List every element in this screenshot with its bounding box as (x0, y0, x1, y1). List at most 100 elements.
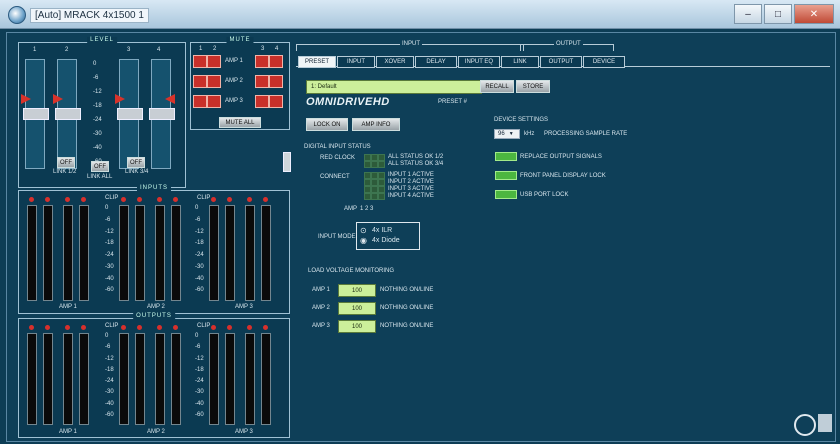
inputs-meter-panel: INPUTS CLIP CLIP AMP 1 AMP 2 AMP 3 0 -6 -1… (18, 185, 290, 314)
level-meter (119, 333, 129, 425)
fader-knob[interactable] (55, 108, 81, 120)
fader-knob[interactable] (117, 108, 143, 120)
load-value: 100 (351, 323, 362, 330)
level-meter (171, 205, 181, 301)
sample-rate-select[interactable]: 96 ▼ (494, 129, 520, 139)
fader-4[interactable] (149, 59, 175, 169)
maximize-button[interactable]: □ (764, 4, 792, 24)
scale-tick: -18 (93, 103, 102, 109)
inputs-clip-label: CLIP (105, 195, 119, 201)
load-unit: NOTHING ON/LINE (380, 305, 434, 311)
clip-indicator (121, 197, 126, 202)
level-meter (63, 205, 73, 301)
replace-output-toggle[interactable] (495, 152, 517, 161)
status-led (371, 179, 378, 186)
meter-scale-tick: -60 (105, 411, 114, 418)
meter-scale-tick: -6 (195, 344, 201, 351)
clip-indicator (263, 325, 268, 330)
input-line-2: INPUT 2 ACTIVE (388, 179, 434, 185)
fader-knob[interactable] (149, 108, 175, 120)
meter-scale-tick: 0 (195, 333, 199, 339)
fader-knob[interactable] (23, 108, 49, 120)
load-unit: NOTHING ON/LINE (380, 287, 434, 293)
title-bar: [Auto] MRACK 4x1500 1 – □ ✕ (0, 0, 840, 29)
mute-toggle[interactable] (255, 55, 269, 68)
usb-port-lock-label: USB PORT LOCK (520, 192, 569, 198)
level-meter (225, 333, 235, 425)
mute-amp-label: AMP 3 (225, 98, 243, 104)
load-amp-label: AMP 2 (312, 305, 330, 311)
status-led (364, 161, 371, 168)
panel-scroll-thumb[interactable] (283, 152, 291, 172)
clip-indicator (65, 197, 70, 202)
load-amp-label: AMP 3 (312, 323, 330, 329)
meter-scale-tick: -18 (195, 240, 204, 247)
load-value-field[interactable]: 100 (338, 302, 376, 315)
amp-info-button[interactable]: AMP INFO (352, 118, 400, 131)
status-led (378, 161, 385, 168)
close-button[interactable]: ✕ (794, 4, 834, 24)
front-panel-lock-toggle[interactable] (495, 171, 517, 180)
mute-toggle[interactable] (207, 75, 221, 88)
clip-indicator (121, 325, 126, 330)
tab-link[interactable]: LINK (501, 56, 539, 68)
load-value-field[interactable]: 100 (338, 320, 376, 333)
scale-tick: -30 (93, 131, 102, 137)
recall-button[interactable]: RECALL (480, 80, 514, 93)
load-value-field[interactable]: 100 (338, 284, 376, 297)
clip-indicator (211, 197, 216, 202)
status-led (371, 172, 378, 179)
app-icon[interactable] (8, 6, 26, 24)
meter-scale-tick: -6 (105, 216, 111, 223)
link-12-button[interactable]: OFF (57, 157, 75, 168)
meter-scale-tick: 0 (105, 205, 109, 211)
mute-toggle[interactable] (207, 55, 221, 68)
tab-input[interactable]: INPUT (337, 56, 375, 68)
lock-on-button[interactable]: LOCK ON (306, 118, 348, 131)
clip-indicator (81, 197, 86, 202)
fader-1[interactable] (23, 59, 49, 169)
tab-xover[interactable]: XOVER (376, 56, 414, 68)
link-34-button[interactable]: OFF (127, 157, 145, 168)
status-led (378, 179, 385, 186)
status-led (371, 193, 378, 200)
fader-2[interactable] (55, 59, 81, 169)
tab-device[interactable]: DEVICE (583, 56, 625, 68)
usb-port-lock-toggle[interactable] (495, 190, 517, 199)
tab-input-eq[interactable]: INPUT EQ (458, 56, 500, 68)
mute-all-button[interactable]: MUTE ALL (219, 117, 261, 128)
status-led (364, 193, 371, 200)
sample-rate-value: 96 (498, 131, 505, 137)
level-meter (43, 333, 53, 425)
mute-toggle[interactable] (193, 95, 207, 108)
mute-col-4: 4 (275, 46, 279, 52)
mute-toggle[interactable] (269, 55, 283, 68)
mute-toggle[interactable] (269, 95, 283, 108)
tab-preset[interactable]: PRESET (298, 56, 336, 68)
mode-b-radio-icon[interactable]: ◉ (360, 236, 367, 245)
mute-toggle[interactable] (193, 55, 207, 68)
mute-toggle[interactable] (255, 75, 269, 88)
link-all-button[interactable]: OFF (91, 161, 109, 172)
fader-3[interactable] (117, 59, 143, 169)
tab-delay[interactable]: DELAY (415, 56, 457, 68)
scale-tick: -24 (93, 117, 102, 123)
minimize-button[interactable]: – (734, 4, 762, 24)
mute-toggle[interactable] (269, 75, 283, 88)
level-meter (261, 333, 271, 425)
meter-scale-tick: -12 (195, 228, 204, 235)
mute-toggle[interactable] (207, 95, 221, 108)
clip-indicator (137, 325, 142, 330)
status-led (371, 186, 378, 193)
store-button[interactable]: STORE (516, 80, 550, 93)
mute-toggle[interactable] (255, 95, 269, 108)
status-line-2: ALL STATUS OK 3/4 (388, 161, 444, 167)
preset-name-field[interactable]: 1: Default (306, 80, 482, 94)
tab-output[interactable]: OUTPUT (540, 56, 582, 68)
mode-b-label: 4x Diode (372, 237, 400, 244)
status-led (371, 154, 378, 161)
mute-col-2: 2 (213, 46, 217, 52)
mode-a-radio-icon[interactable]: ⊙ (360, 226, 367, 235)
scale-tick: -6 (93, 75, 99, 81)
mute-toggle[interactable] (193, 75, 207, 88)
